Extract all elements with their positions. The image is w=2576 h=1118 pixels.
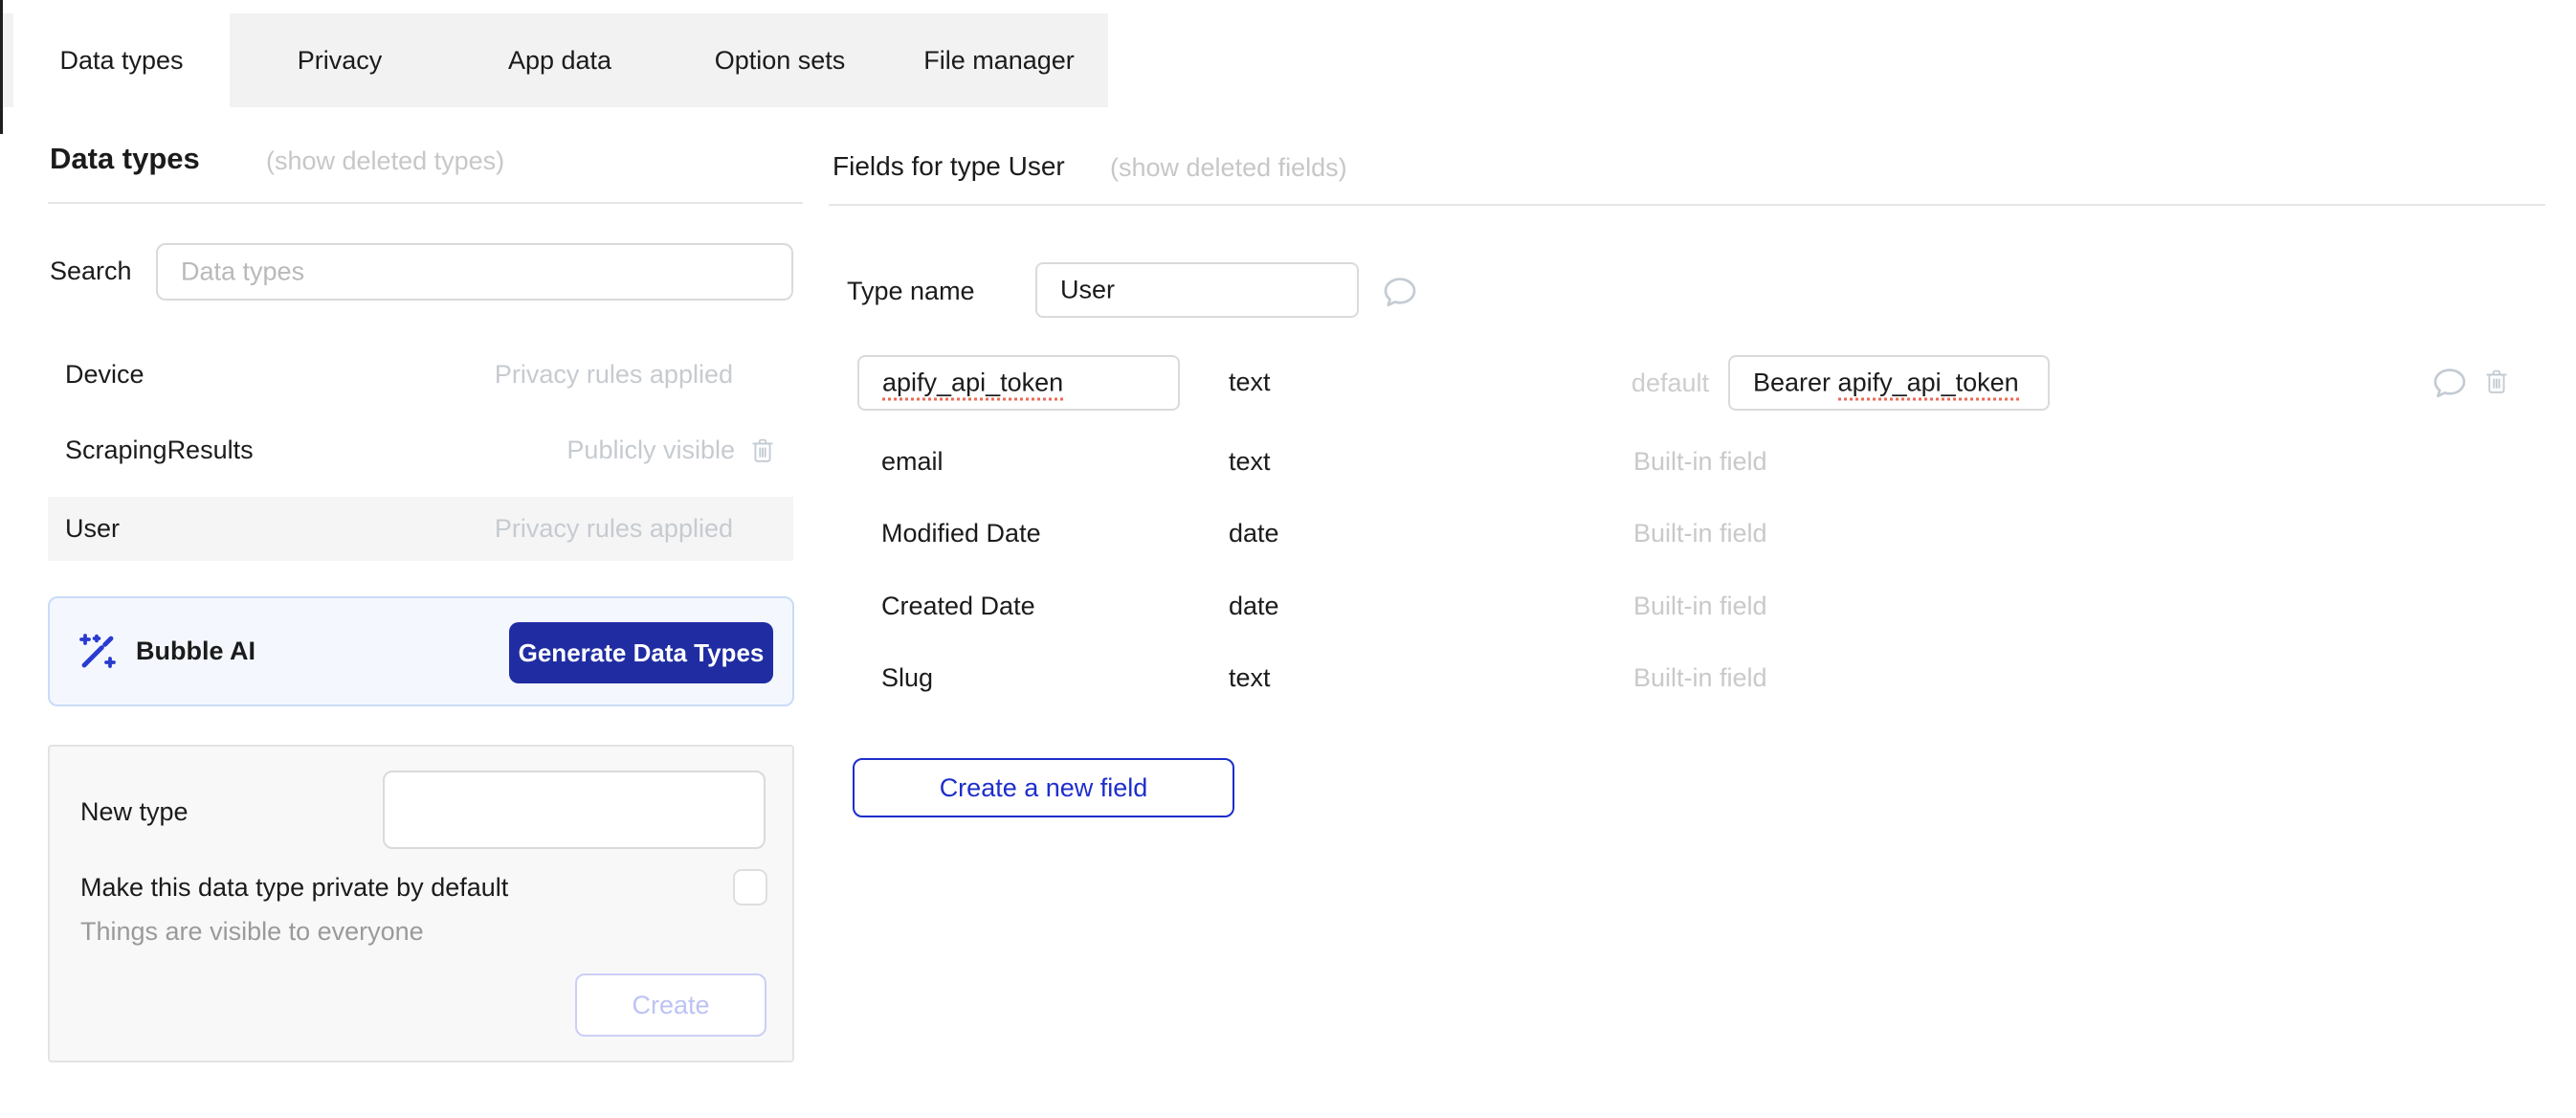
new-type-label: New type [80, 797, 189, 827]
type-privacy-status: Privacy rules applied [495, 360, 733, 390]
field-name[interactable]: Modified Date [881, 519, 1041, 548]
field-type: date [1229, 592, 1279, 621]
type-name-value: User [1060, 276, 1115, 305]
type-name-label: Type name [847, 277, 975, 306]
new-type-name-input[interactable] [383, 771, 766, 849]
new-type-card: New type Make this data type private by … [48, 745, 794, 1062]
create-new-field-button[interactable]: Create a new field [853, 758, 1234, 817]
type-row-device[interactable]: Device Privacy rules applied [48, 343, 793, 407]
type-name: Device [65, 360, 144, 390]
show-deleted-fields-link[interactable]: (show deleted fields) [1110, 153, 1347, 183]
tab-app-data[interactable]: App data [450, 13, 670, 107]
type-privacy-status: Publicly visible [566, 436, 735, 465]
type-name: User [65, 514, 120, 544]
type-name: ScrapingResults [65, 436, 254, 465]
private-by-default-checkbox[interactable] [733, 869, 767, 906]
search-input[interactable]: Data types [156, 243, 793, 301]
default-value-prefix: Bearer [1753, 369, 1838, 397]
type-row-user[interactable]: User Privacy rules applied [48, 497, 793, 561]
field-name[interactable]: Slug [881, 663, 933, 693]
field-name-value: apify_api_token [882, 369, 1063, 401]
tab-data-types[interactable]: Data types [13, 13, 230, 107]
magic-wand-icon [75, 629, 121, 675]
field-type: date [1229, 519, 1279, 548]
data-section-tabbar: Data types Privacy App data Option sets … [3, 13, 1108, 107]
built-in-field-note: Built-in field [1633, 519, 1767, 548]
bubble-ai-card: Bubble AI Generate Data Types [48, 596, 794, 706]
comment-icon[interactable] [1382, 275, 1418, 309]
field-type: text [1229, 447, 1271, 477]
default-label: default [1579, 369, 1709, 398]
generate-data-types-button[interactable]: Generate Data Types [509, 622, 773, 683]
right-panel-title: Fields for type User [833, 151, 1065, 182]
built-in-field-note: Built-in field [1633, 447, 1767, 477]
comment-icon[interactable] [2432, 366, 2468, 400]
search-placeholder: Data types [181, 257, 304, 287]
tab-option-sets[interactable]: Option sets [670, 13, 890, 107]
tab-file-manager[interactable]: File manager [890, 13, 1108, 107]
visibility-hint: Things are visible to everyone [80, 917, 424, 947]
field-type: text [1229, 663, 1271, 693]
type-privacy-status: Privacy rules applied [495, 514, 733, 544]
create-type-button[interactable]: Create [575, 973, 766, 1037]
default-value-word: apify_api_token [1838, 369, 2019, 401]
delete-field-icon[interactable] [2484, 368, 2509, 396]
field-name[interactable]: Created Date [881, 592, 1035, 621]
search-label: Search [50, 257, 132, 286]
delete-type-icon[interactable] [750, 436, 775, 465]
left-panel-title: Data types [50, 142, 200, 176]
field-name[interactable]: email [881, 447, 944, 477]
right-divider [829, 204, 2545, 206]
built-in-field-note: Built-in field [1633, 663, 1767, 693]
field-name-input[interactable]: apify_api_token [857, 355, 1180, 411]
data-tab-page: Data types Privacy App data Option sets … [0, 0, 2576, 1118]
private-by-default-label: Make this data type private by default [80, 873, 508, 903]
type-row-scrapingresults[interactable]: ScrapingResults Publicly visible [48, 418, 793, 482]
tab-privacy[interactable]: Privacy [230, 13, 450, 107]
left-divider [48, 202, 803, 204]
field-type[interactable]: text [1229, 368, 1271, 397]
field-default-input[interactable]: Bearer apify_api_token [1728, 355, 2050, 411]
type-name-input[interactable]: User [1035, 262, 1359, 318]
bubble-ai-label: Bubble AI [136, 637, 255, 666]
show-deleted-types-link[interactable]: (show deleted types) [266, 146, 504, 176]
built-in-field-note: Built-in field [1633, 592, 1767, 621]
